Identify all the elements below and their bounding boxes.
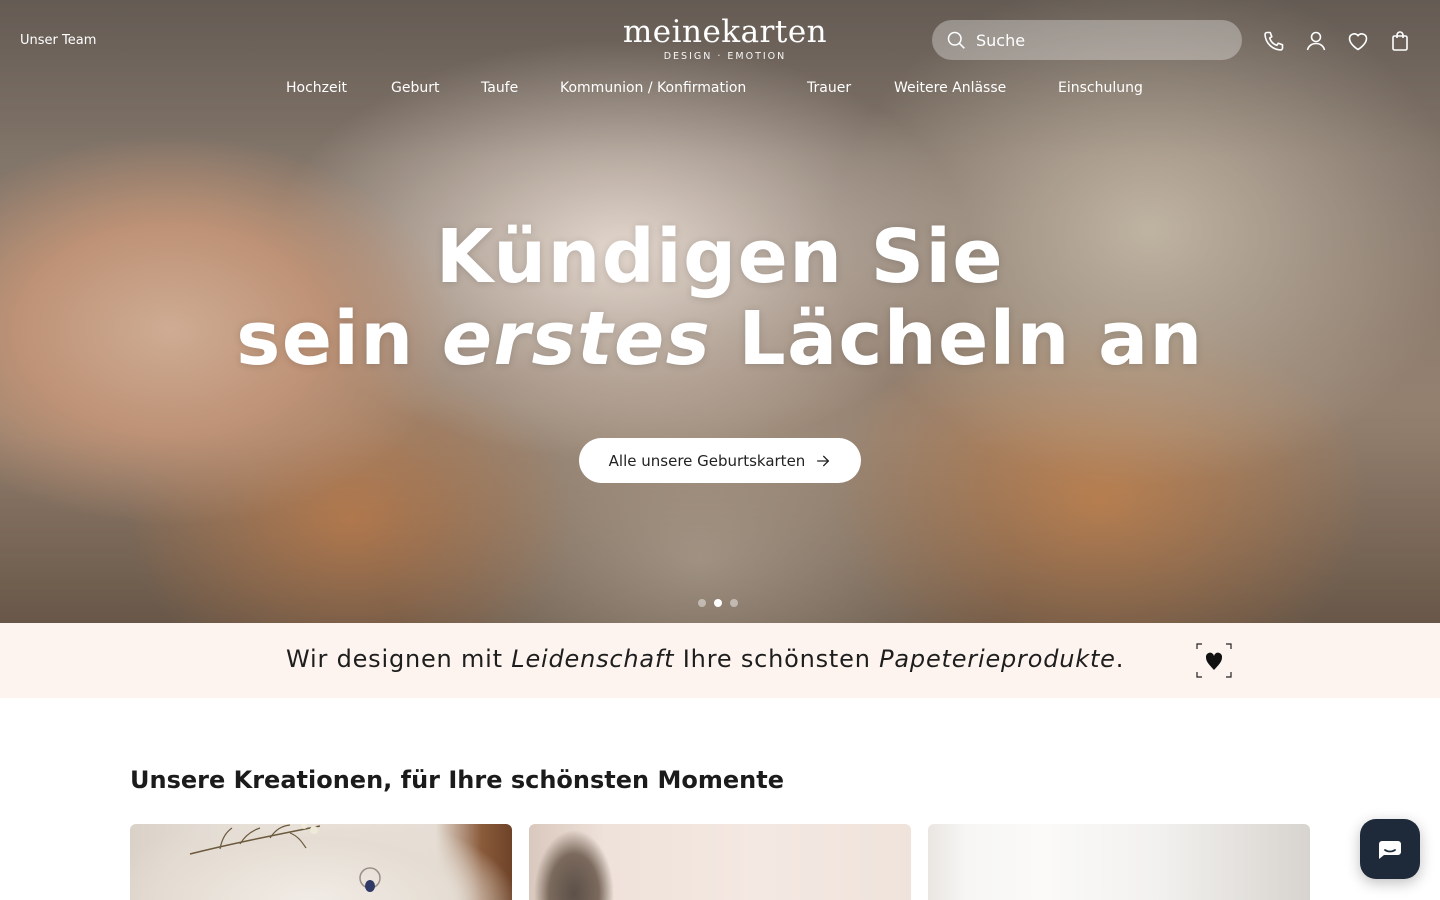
arrow-right-icon [817,455,830,466]
nav-item-weitere-anlaesse[interactable]: Weitere Anlässe [894,80,1006,96]
hero-headline: Kündigen Sie sein erstes Lächeln an [0,216,1440,380]
nav-item-hochzeit[interactable]: Hochzeit [286,80,347,96]
logo-wordmark: meinekarten [622,14,828,50]
hero-headline-line2-post: Lächeln an [711,296,1204,382]
slider-dots [698,599,738,607]
nav-item-trauer[interactable]: Trauer [807,80,851,96]
hero-headline-emphasis: erstes [441,296,712,382]
phone-icon[interactable] [1261,28,1287,54]
hero-headline-line1: Kündigen Sie [435,214,1005,300]
framed-heart-icon [1196,643,1232,678]
tagline-text: Wir designen mit Leidenschaft Ihre schön… [286,645,1124,673]
search-input[interactable] [976,30,1216,50]
section-title: Unsere Kreationen, für Ihre schönsten Mo… [130,766,784,794]
hero-cta-label: Alle unsere Geburtskarten [608,451,806,470]
flower-sprig-icon [189,824,381,892]
tagline-part3: . [1115,645,1125,673]
hero-headline-line2-pre: sein [236,296,442,382]
search-icon[interactable] [946,30,966,50]
creation-card[interactable] [928,824,1310,900]
creation-card[interactable] [529,824,911,900]
bag-icon[interactable] [1387,28,1413,54]
slider-dot[interactable] [698,599,706,607]
slider-dot[interactable] [730,599,738,607]
heart-icon[interactable] [1345,28,1371,54]
tagline-emphasis-1: Leidenschaft [511,645,675,673]
tagline-emphasis-2: Papeterieprodukte [879,645,1116,673]
user-icon[interactable] [1303,28,1329,54]
tagline-part2: Ihre schönsten [674,645,880,673]
creation-card[interactable] [130,824,512,900]
nav-item-einschulung[interactable]: Einschulung [1058,80,1143,96]
hero-cta-button[interactable]: Alle unsere Geburtskarten [579,438,861,483]
search-bar[interactable] [932,20,1242,60]
hero-banner: Unser Team meinekarten DESIGN · EMOTION … [0,0,1440,623]
tagline-part1: Wir designen mit [286,645,512,673]
chat-icon [1379,841,1401,859]
nav-item-geburt[interactable]: Geburt [391,80,439,96]
nav-item-taufe[interactable]: Taufe [481,80,518,96]
chat-widget-button[interactable] [1360,819,1420,879]
team-link[interactable]: Unser Team [20,33,96,48]
main-navigation: Hochzeit Geburt Taufe Kommunion / Konfir… [0,80,1440,100]
slider-dot-active[interactable] [714,599,722,607]
logo[interactable]: meinekarten DESIGN · EMOTION [618,14,832,64]
nav-item-kommunion-konfirmation[interactable]: Kommunion / Konfirmation [560,80,746,96]
logo-tagline: DESIGN · EMOTION [663,51,787,62]
